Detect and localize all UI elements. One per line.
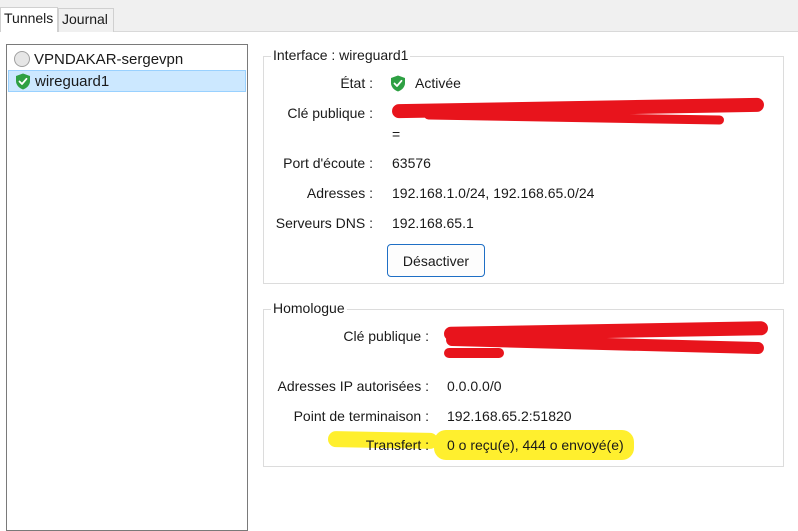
addresses-label: Adresses : [306, 185, 373, 201]
peer-group-title: Homologue [271, 300, 347, 316]
tunnel-name: VPNDAKAR-sergevpn [34, 50, 184, 68]
allowed-ips-value: 0.0.0.0/0 [447, 378, 502, 394]
circle-inactive-icon [14, 51, 30, 67]
transfer-label: Transfert : [365, 437, 429, 453]
interface-group: Interface : wireguard1 État : Activée Cl… [263, 47, 784, 284]
state-label: État : [340, 75, 373, 91]
deactivate-button[interactable]: Désactiver [387, 244, 485, 277]
tab-bar: Tunnels Journal [0, 0, 798, 32]
tab-journal[interactable]: Journal [58, 8, 114, 32]
peer-pubkey-label: Clé publique : [343, 328, 429, 344]
tab-tunnels[interactable]: Tunnels [0, 7, 58, 32]
endpoint-value: 192.168.65.2:51820 [447, 408, 572, 424]
dns-servers-label: Serveurs DNS : [275, 215, 373, 231]
shield-check-icon [16, 73, 30, 89]
interface-pubkey-suffix: = [392, 126, 401, 142]
addresses-value: 192.168.1.0/24, 192.168.65.0/24 [392, 185, 595, 201]
tunnel-item-wireguard1[interactable]: wireguard1 [8, 70, 246, 92]
tunnel-item-vpndakar[interactable]: VPNDAKAR-sergevpn [8, 48, 246, 70]
dns-servers-value: 192.168.65.1 [392, 215, 474, 231]
tunnel-name: wireguard1 [35, 72, 110, 90]
endpoint-label: Point de terminaison : [293, 408, 429, 424]
allowed-ips-label: Adresses IP autorisées : [277, 378, 429, 394]
peer-group: Homologue Clé publique : Adresses IP aut… [263, 300, 784, 467]
redaction-mark [444, 348, 504, 358]
transfer-value: 0 o reçu(e), 444 o envoyé(e) [447, 437, 624, 453]
state-value: Activée [415, 75, 461, 91]
shield-check-icon [391, 75, 405, 92]
interface-group-title: Interface : wireguard1 [271, 47, 411, 63]
listen-port-value: 63576 [392, 155, 431, 171]
interface-pubkey-label: Clé publique : [287, 105, 373, 121]
listen-port-label: Port d'écoute : [283, 155, 373, 171]
tunnel-list[interactable]: VPNDAKAR-sergevpn wireguard1 [6, 44, 248, 531]
